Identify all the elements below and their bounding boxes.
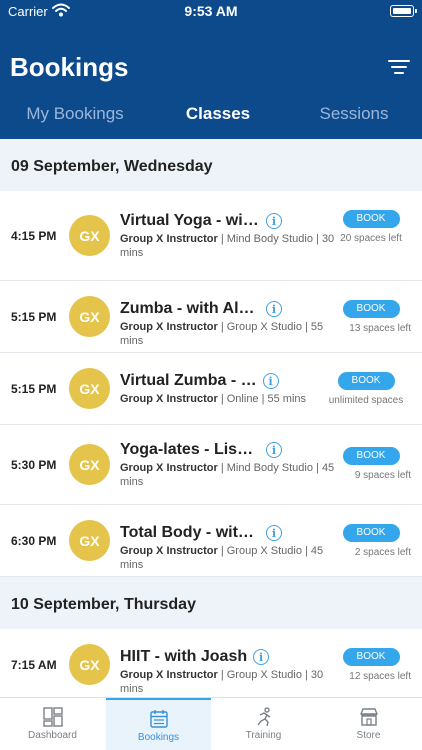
instructor-label: Group X Instructor: [120, 393, 218, 405]
class-name: Zumba - with Alo…: [120, 300, 260, 317]
instructor-label: Group X Instructor: [120, 669, 218, 681]
list-item[interactable]: 5:30 PM GX Yoga-lates - Lisa… i Group X …: [0, 425, 422, 505]
class-name: Yoga-lates - Lisa…: [120, 441, 260, 458]
class-meta: Group X Instructor | Online | 55 mins: [120, 392, 345, 406]
status-bar: Carrier 9:53 AM: [0, 0, 422, 24]
list-item[interactable]: 5:15 PM GX Virtual Zumba - … i Group X I…: [0, 353, 422, 425]
instructor-label: Group X Instructor: [120, 545, 218, 557]
info-icon[interactable]: i: [266, 442, 282, 458]
bottom-tab-bar: Dashboard Bookings Training Store: [0, 697, 422, 750]
list-item[interactable]: 4:15 PM GX Virtual Yoga - wit… i Group X…: [0, 191, 422, 281]
class-info: Zumba - with Alo… i Group X Instructor |…: [120, 300, 345, 348]
class-info: Total Body - with … i Group X Instructor…: [120, 524, 345, 572]
date-header: 10 September, Thursday: [0, 577, 422, 629]
class-name: Virtual Yoga - wit…: [120, 212, 260, 229]
status-time: 9:53 AM: [184, 3, 238, 19]
page-title: Bookings: [10, 52, 129, 82]
tab-classes[interactable]: Classes: [148, 104, 288, 124]
class-meta: Group X Instructor | Group X Studio | 45…: [120, 544, 345, 572]
info-icon[interactable]: i: [266, 213, 282, 229]
info-icon[interactable]: i: [253, 649, 270, 665]
class-name: Virtual Zumba - …: [120, 372, 257, 389]
book-button[interactable]: BOOK: [342, 524, 400, 542]
tab-bookings-label: Bookings: [137, 732, 180, 743]
info-icon[interactable]: i: [262, 373, 279, 389]
tab-training[interactable]: Training: [211, 698, 316, 750]
book-button[interactable]: BOOK: [342, 210, 400, 228]
class-info: Yoga-lates - Lisa… i Group X Instructor …: [120, 441, 345, 489]
booking-area: BOOK 2 spaces left: [331, 522, 411, 560]
instructor-label: Group X Instructor: [120, 321, 218, 333]
class-meta: Group X Instructor | Group X Studio | 55…: [120, 320, 345, 348]
tab-bookings[interactable]: Bookings: [106, 698, 211, 750]
app-header: Bookings My Bookings Classes Sessions: [0, 24, 422, 139]
class-name: HIIT - with Joash: [120, 648, 248, 665]
tab-store[interactable]: Store: [316, 698, 421, 750]
spaces-left: 12 spaces left: [349, 671, 411, 682]
instructor-label: Group X Instructor: [120, 462, 218, 474]
class-meta: Group X Instructor | Mind Body Studio | …: [120, 232, 345, 260]
avatar: GX: [69, 296, 110, 337]
class-time: 4:15 PM: [11, 228, 57, 243]
class-meta: Group X Instructor | Group X Studio | 30…: [120, 668, 345, 696]
tab-store-label: Store: [356, 730, 381, 741]
class-time: 5:15 PM: [11, 381, 57, 396]
tab-bar-top: My Bookings Classes Sessions: [0, 104, 422, 126]
class-time: 7:15 AM: [11, 657, 57, 672]
book-button[interactable]: BOOK: [342, 648, 400, 666]
class-meta: Group X Instructor | Mind Body Studio | …: [120, 461, 345, 489]
book-button[interactable]: BOOK: [342, 447, 400, 465]
dashboard-icon: [42, 707, 63, 727]
class-info: Virtual Zumba - … i Group X Instructor |…: [120, 372, 345, 406]
class-info: Virtual Yoga - wit… i Group X Instructor…: [120, 212, 345, 260]
spaces-left: 2 spaces left: [354, 547, 411, 558]
list-item[interactable]: 6:30 PM GX Total Body - with … i Group X…: [0, 505, 422, 577]
booking-area: BOOK unlimited spaces: [321, 370, 411, 408]
book-button[interactable]: BOOK: [337, 372, 395, 390]
booking-area: BOOK 13 spaces left: [331, 298, 411, 336]
avatar: GX: [69, 215, 110, 256]
runner-icon: [256, 707, 270, 727]
class-name: Total Body - with …: [120, 524, 260, 541]
instructor-label: Group X Instructor: [120, 233, 218, 245]
class-time: 5:30 PM: [11, 457, 57, 472]
spaces-left: 13 spaces left: [349, 323, 411, 334]
spaces-left: unlimited spaces: [328, 395, 404, 406]
class-details: | Online | 55 mins: [217, 393, 307, 405]
list-item[interactable]: 5:15 PM GX Zumba - with Alo… i Group X I…: [0, 281, 422, 353]
info-icon[interactable]: i: [266, 301, 282, 317]
tab-training-label: Training: [245, 730, 282, 741]
tab-sessions[interactable]: Sessions: [284, 104, 422, 124]
store-icon: [359, 708, 378, 726]
avatar: GX: [69, 444, 110, 485]
tab-dashboard[interactable]: Dashboard: [0, 698, 105, 750]
filter-icon[interactable]: [388, 58, 410, 76]
book-button[interactable]: BOOK: [342, 300, 400, 318]
avatar: GX: [69, 368, 110, 409]
list-item[interactable]: 7:15 AM GX HIIT - with Joash i Group X I…: [0, 629, 422, 697]
booking-area: BOOK 12 spaces left: [331, 646, 411, 684]
avatar: GX: [69, 644, 110, 685]
tab-my-bookings[interactable]: My Bookings: [5, 104, 145, 124]
class-info: HIIT - with Joash i Group X Instructor |…: [120, 648, 345, 696]
spaces-left: 9 spaces left: [354, 470, 411, 481]
class-time: 5:15 PM: [11, 309, 57, 324]
info-icon[interactable]: i: [266, 525, 282, 541]
booking-area: BOOK 20 spaces left: [331, 208, 411, 246]
booking-area: BOOK 9 spaces left: [331, 445, 411, 483]
calendar-icon: [149, 710, 168, 728]
spaces-left: 20 spaces left: [340, 233, 402, 244]
tab-dashboard-label: Dashboard: [28, 730, 77, 741]
class-time: 6:30 PM: [11, 533, 57, 548]
battery-icon: [390, 5, 417, 17]
date-header: 09 September, Wednesday: [0, 139, 422, 191]
class-list[interactable]: 09 September, Wednesday 4:15 PM GX Virtu…: [0, 139, 422, 697]
avatar: GX: [69, 520, 110, 561]
